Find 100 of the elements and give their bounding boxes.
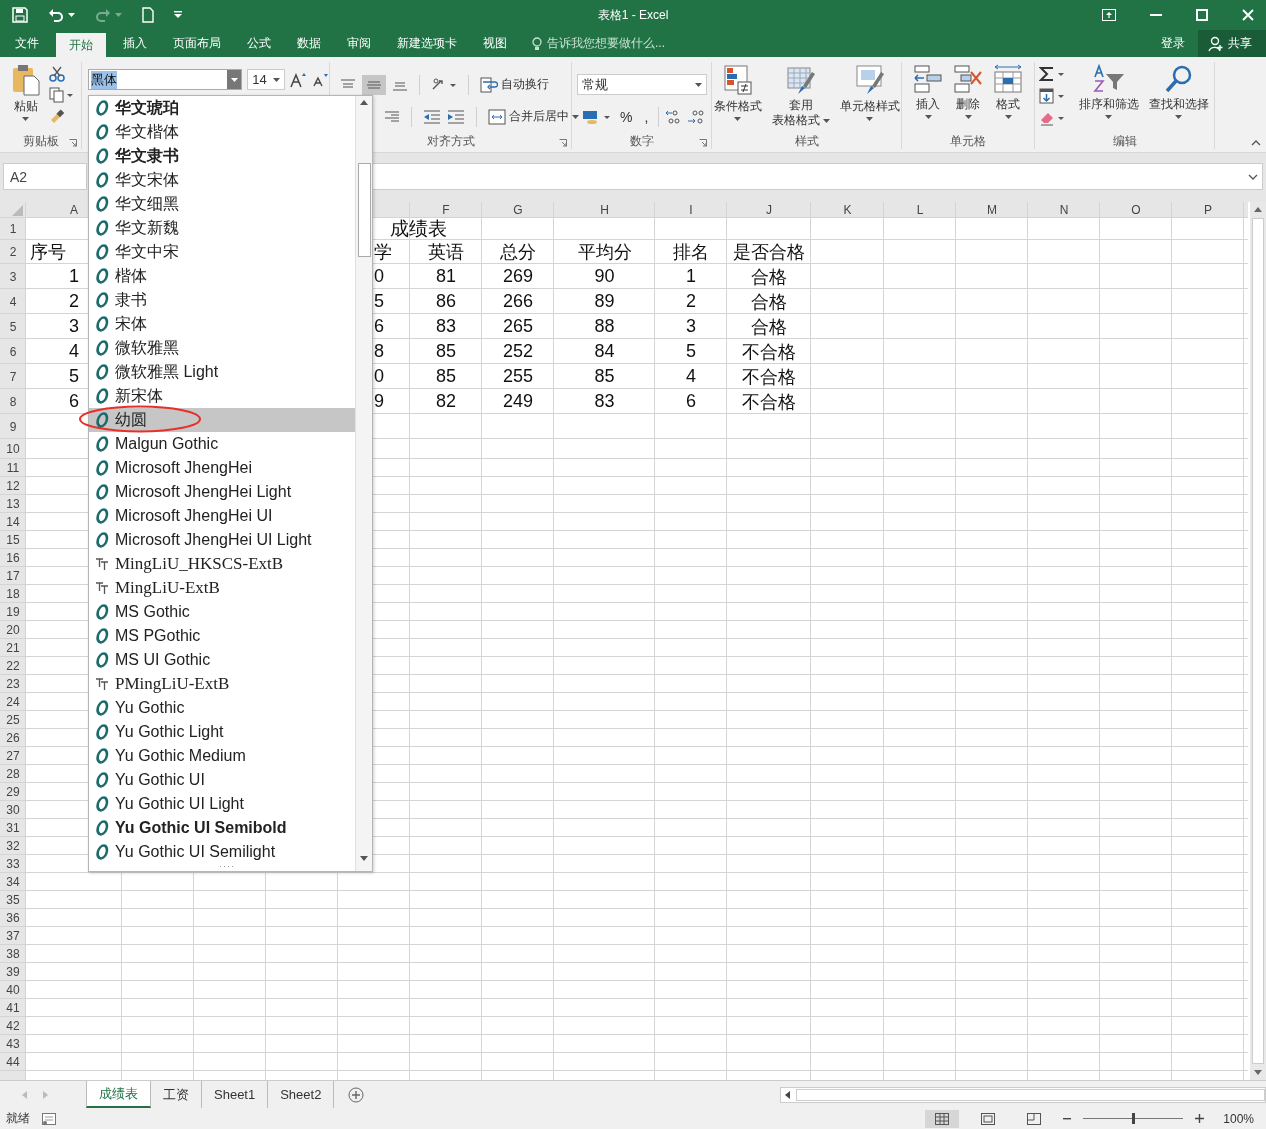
fill-down-icon[interactable] xyxy=(1038,88,1065,104)
row-header[interactable]: 37 xyxy=(0,927,26,945)
zoom-in-icon[interactable] xyxy=(1195,1114,1204,1123)
column-header[interactable]: F xyxy=(410,202,482,218)
row-header[interactable]: 35 xyxy=(0,891,26,909)
row-header[interactable]: 7 xyxy=(0,364,26,389)
wrap-text-button[interactable]: 自动换行 xyxy=(480,76,549,93)
increase-indent-icon[interactable] xyxy=(447,109,465,124)
row-header[interactable]: 21 xyxy=(0,639,26,657)
font-option[interactable]: 宋体 xyxy=(89,312,355,336)
column-header[interactable]: P xyxy=(1172,202,1244,218)
ribbon-display-icon[interactable] xyxy=(1102,9,1116,21)
font-option[interactable]: MS Gothic xyxy=(89,600,355,624)
font-option[interactable]: MingLiU_HKSCS-ExtB xyxy=(89,552,355,576)
row-header[interactable]: 11 xyxy=(0,459,26,477)
collapse-ribbon-icon[interactable] xyxy=(1251,140,1261,146)
font-option[interactable]: 华文隶书 xyxy=(89,144,355,168)
macro-record-icon[interactable] xyxy=(42,1112,56,1125)
row-header[interactable]: 40 xyxy=(0,981,26,999)
sort-filter-button[interactable]: 排序和筛选 xyxy=(1076,64,1141,119)
font-name-field[interactable]: 黑体 xyxy=(88,69,243,90)
sign-in-link[interactable]: 登录 xyxy=(1148,30,1198,57)
format-cells-button[interactable]: 格式 xyxy=(991,64,1025,119)
find-select-button[interactable]: 查找和选择 xyxy=(1146,64,1211,119)
comma-button[interactable]: , xyxy=(640,109,653,125)
column-header[interactable]: G xyxy=(482,202,554,218)
decrease-indent-icon[interactable] xyxy=(423,109,441,124)
dialog-launcher-icon[interactable] xyxy=(559,139,567,147)
row-header[interactable]: 6 xyxy=(0,339,26,364)
undo-icon[interactable] xyxy=(48,8,64,22)
normal-view-icon[interactable] xyxy=(925,1109,959,1128)
font-option[interactable]: 华文琥珀 xyxy=(89,96,355,120)
dialog-launcher-icon[interactable] xyxy=(69,139,77,147)
row-header[interactable]: 12 xyxy=(0,477,26,495)
row-header[interactable]: 36 xyxy=(0,909,26,927)
font-option[interactable]: 微软雅黑 Light xyxy=(89,360,355,384)
delete-cells-button[interactable]: 删除 xyxy=(951,64,985,119)
row-header[interactable]: 24 xyxy=(0,693,26,711)
row-header[interactable]: 13 xyxy=(0,495,26,513)
row-header[interactable]: 32 xyxy=(0,837,26,855)
row-header[interactable]: 42 xyxy=(0,1017,26,1035)
row-header[interactable]: 18 xyxy=(0,585,26,603)
row-header[interactable]: 31 xyxy=(0,819,26,837)
row-header[interactable]: 8 xyxy=(0,389,26,414)
row-header[interactable]: 2 xyxy=(0,240,26,264)
sheet-tab[interactable]: 成绩表 xyxy=(86,1081,151,1108)
new-file-icon[interactable] xyxy=(142,7,154,23)
font-option[interactable]: MS PGothic xyxy=(89,624,355,648)
font-option[interactable]: MS UI Gothic xyxy=(89,648,355,672)
ribbon-tab[interactable]: 开始 xyxy=(56,33,106,57)
ribbon-tab[interactable]: 视图 xyxy=(470,30,520,57)
scissors-icon[interactable] xyxy=(48,66,65,82)
row-header[interactable]: 22 xyxy=(0,657,26,675)
close-icon[interactable] xyxy=(1242,9,1254,21)
font-option[interactable]: 华文中宋 xyxy=(89,240,355,264)
scroll-down-icon[interactable] xyxy=(1254,1070,1262,1075)
column-header[interactable]: K xyxy=(811,202,884,218)
font-option[interactable]: Microsoft JhengHei UI Light xyxy=(89,528,355,552)
row-header[interactable]: 28 xyxy=(0,765,26,783)
row-header[interactable]: 39 xyxy=(0,963,26,981)
font-option[interactable]: 新宋体 xyxy=(89,384,355,408)
font-option[interactable]: 华文楷体 xyxy=(89,120,355,144)
scroll-left-icon[interactable] xyxy=(785,1090,790,1099)
font-option[interactable]: 幼圆 xyxy=(89,408,355,432)
zoom-slider[interactable] xyxy=(1132,1113,1135,1124)
merge-center-button[interactable]: 合并后居中 xyxy=(488,108,579,125)
dialog-launcher-icon[interactable] xyxy=(699,139,707,147)
horizontal-scrollbar[interactable] xyxy=(780,1086,1266,1103)
number-format-field[interactable]: 常规 xyxy=(577,74,707,95)
font-option[interactable]: Yu Gothic Medium xyxy=(89,744,355,768)
decrease-decimal-icon[interactable] xyxy=(687,109,706,125)
font-option[interactable]: Yu Gothic Light xyxy=(89,720,355,744)
menu-scrollbar[interactable] xyxy=(355,96,372,871)
save-icon[interactable] xyxy=(12,7,28,23)
font-option[interactable]: 楷体 xyxy=(89,264,355,288)
conditional-formatting-button[interactable]: 条件格式 xyxy=(711,64,764,121)
row-header[interactable]: 9 xyxy=(0,414,26,439)
font-option[interactable]: Yu Gothic UI Light xyxy=(89,792,355,816)
font-option[interactable]: Malgun Gothic xyxy=(89,432,355,456)
paste-button[interactable]: 粘贴 xyxy=(8,64,43,121)
grow-font-icon[interactable] xyxy=(290,71,309,88)
expand-icon[interactable] xyxy=(1248,173,1258,180)
ribbon-tab[interactable]: 插入 xyxy=(110,30,160,57)
column-header[interactable]: O xyxy=(1100,202,1172,218)
row-header[interactable]: 19 xyxy=(0,603,26,621)
copy-icon[interactable] xyxy=(48,87,73,103)
font-option[interactable]: Microsoft JhengHei Light xyxy=(89,480,355,504)
font-option[interactable]: 微软雅黑 xyxy=(89,336,355,360)
row-header[interactable]: 34 xyxy=(0,873,26,891)
font-option[interactable]: 华文新魏 xyxy=(89,216,355,240)
row-header[interactable]: 17 xyxy=(0,567,26,585)
ribbon-tab[interactable]: 页面布局 xyxy=(160,30,234,57)
row-header[interactable]: 16 xyxy=(0,549,26,567)
scroll-up-icon[interactable] xyxy=(360,100,368,105)
row-header[interactable]: 29 xyxy=(0,783,26,801)
column-header[interactable]: H xyxy=(554,202,655,218)
row-header[interactable]: 23 xyxy=(0,675,26,693)
font-option[interactable]: PMingLiU-ExtB xyxy=(89,672,355,696)
shrink-font-icon[interactable] xyxy=(313,72,329,87)
vertical-scrollbar[interactable] xyxy=(1250,202,1266,1080)
